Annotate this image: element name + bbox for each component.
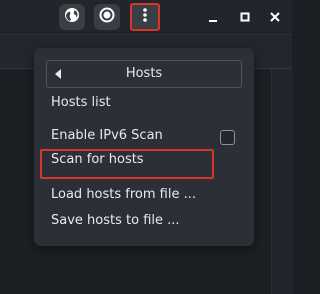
- close-button[interactable]: [262, 4, 288, 30]
- minimize-button[interactable]: [200, 4, 226, 30]
- record-button[interactable]: [94, 4, 120, 30]
- maximize-button[interactable]: [232, 4, 258, 30]
- menu-item-scan-for-hosts[interactable]: Scan for hosts: [51, 152, 144, 167]
- menu-item-save-hosts-to-file[interactable]: Save hosts to file ...: [51, 213, 180, 228]
- hosts-menu-popover: Hosts Hosts list Enable IPv6 Scan Scan f…: [34, 48, 254, 246]
- globe-icon: [64, 7, 80, 27]
- kebab-menu-icon: [142, 7, 148, 27]
- globe-button[interactable]: [59, 4, 85, 30]
- minimize-icon: [207, 8, 219, 27]
- submenu-back-header[interactable]: Hosts: [46, 60, 242, 88]
- close-icon: [269, 8, 281, 27]
- menu-item-enable-ipv6-scan[interactable]: Enable IPv6 Scan: [51, 128, 163, 143]
- scrollbar-rail[interactable]: [271, 69, 293, 294]
- submenu-title: Hosts: [125, 66, 163, 81]
- title-bar: [0, 0, 292, 35]
- record-icon: [99, 7, 115, 27]
- menu-item-load-hosts-from-file[interactable]: Load hosts from file ...: [51, 187, 196, 202]
- menu-item-hosts-list[interactable]: Hosts list: [51, 95, 111, 110]
- ipv6-scan-checkbox[interactable]: [220, 130, 235, 145]
- maximize-icon: [239, 8, 251, 27]
- main-menu-button[interactable]: [130, 3, 160, 31]
